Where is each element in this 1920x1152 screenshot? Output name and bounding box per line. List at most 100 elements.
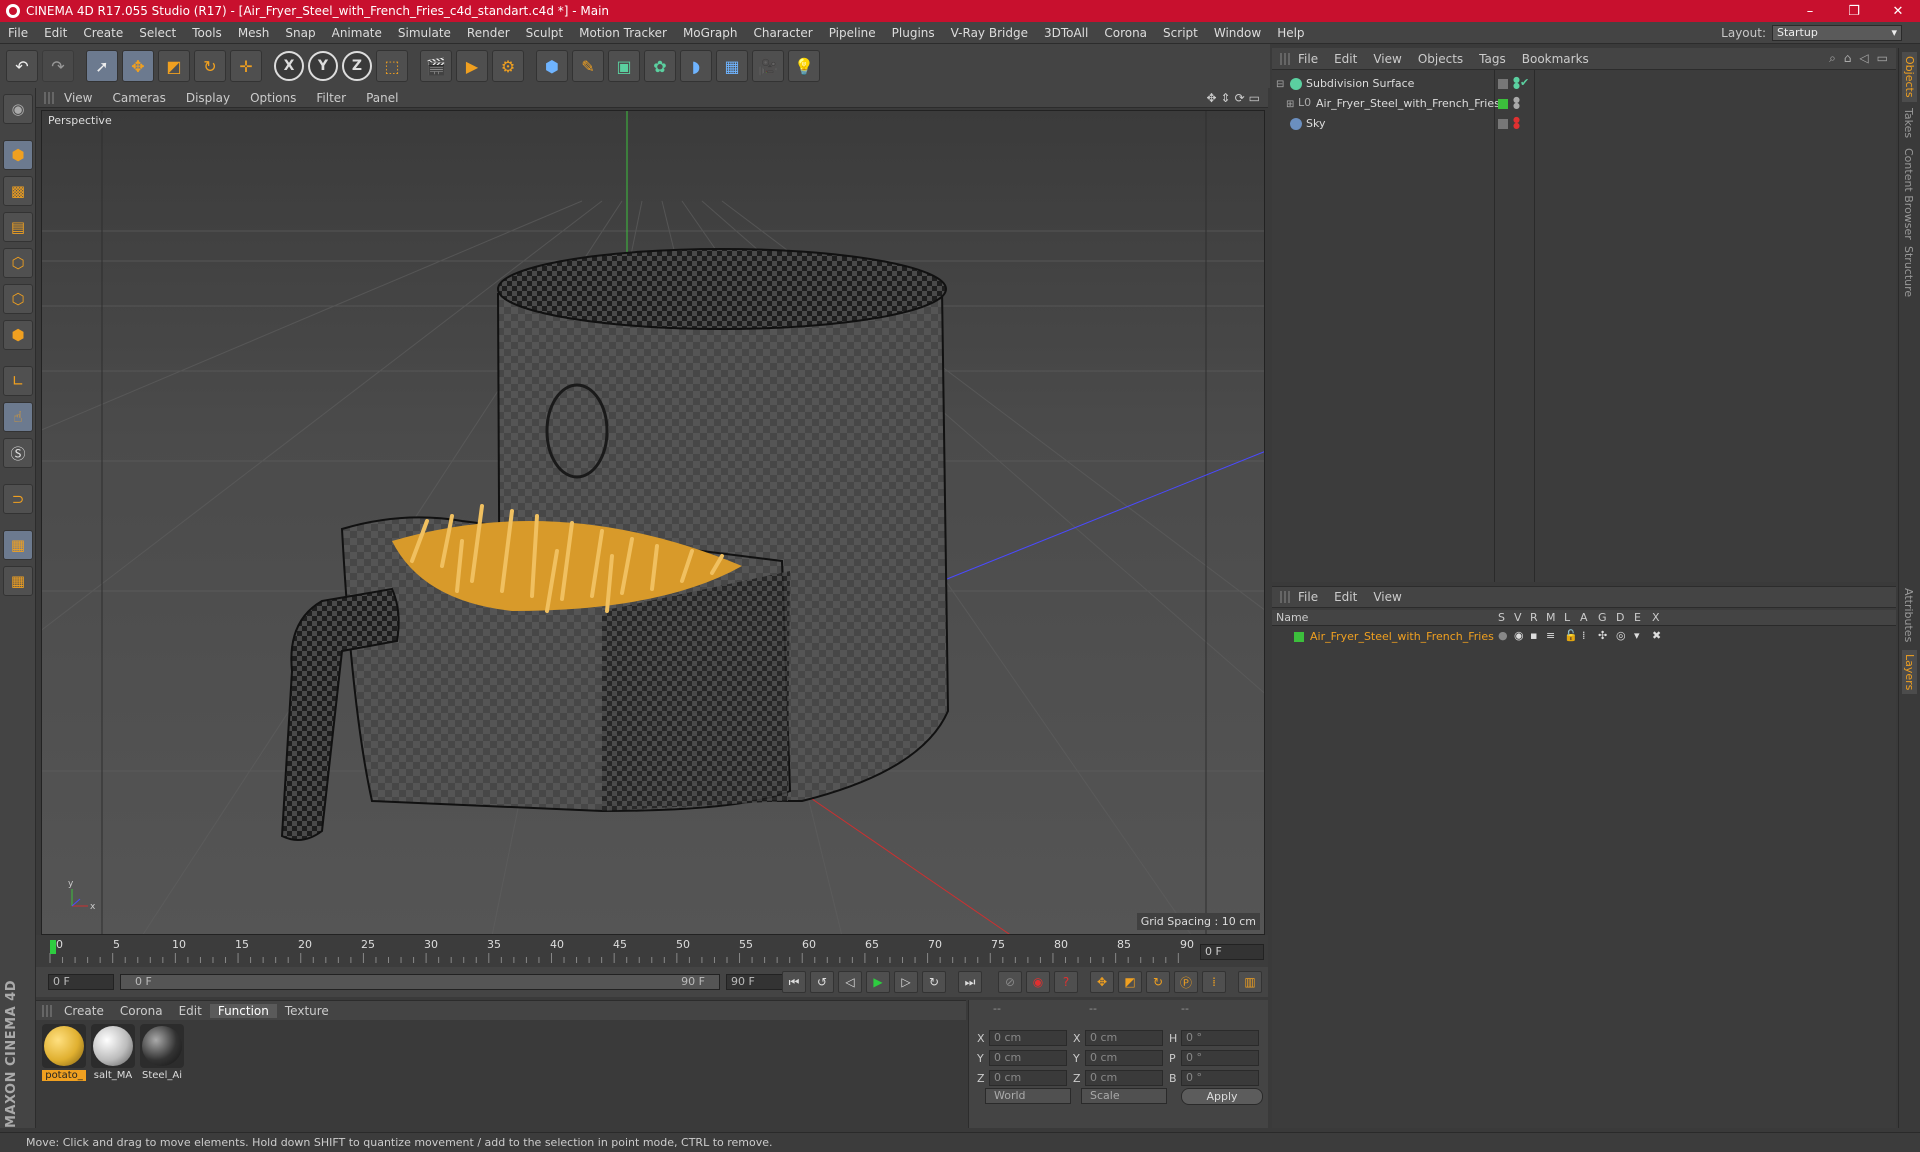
frame-range-slider[interactable]: 0 F 90 F: [120, 974, 720, 990]
visibility-dots-icon[interactable]: ● ●: [1513, 96, 1520, 110]
coords-rot-h-field[interactable]: 0 °: [1181, 1030, 1259, 1046]
viewport-perspective[interactable]: y x Perspective Grid Spacing : 10 cm: [41, 110, 1265, 935]
menu-edit[interactable]: Edit: [36, 26, 75, 40]
menu-plugins[interactable]: Plugins: [884, 26, 943, 40]
menu-select[interactable]: Select: [131, 26, 184, 40]
layer-color-icon[interactable]: [1498, 99, 1508, 109]
apply-button[interactable]: Apply: [1181, 1088, 1263, 1105]
timeline-window-icon[interactable]: ▥: [1238, 971, 1262, 993]
object-row-sky[interactable]: Sky ● ●: [1272, 114, 1896, 134]
viewport-menu-panel[interactable]: Panel: [356, 91, 408, 105]
side-tab-attributes[interactable]: Attributes: [1902, 588, 1915, 642]
viewport-menu-view[interactable]: View: [54, 91, 102, 105]
go-to-start-icon[interactable]: ⏮: [782, 971, 806, 993]
menu-snap[interactable]: Snap: [277, 26, 323, 40]
layer-col-generators[interactable]: G: [1598, 611, 1607, 624]
y-axis-lock-button[interactable]: Y: [308, 51, 338, 81]
workplane-mode-icon[interactable]: ▤: [3, 212, 33, 242]
layer-col-view[interactable]: V: [1514, 611, 1522, 624]
play-forward-icon[interactable]: ▶: [866, 971, 890, 993]
axis-mode-icon[interactable]: ∟: [3, 366, 33, 396]
menu-file[interactable]: File: [0, 26, 36, 40]
material-swatch-potato[interactable]: potato_: [42, 1024, 86, 1081]
panel-grip-icon[interactable]: [1280, 591, 1290, 603]
workplane-grid-icon[interactable]: ▦: [3, 566, 33, 596]
new-window-icon[interactable]: ▭: [1877, 51, 1888, 66]
layer-generator-icon[interactable]: ✣: [1598, 629, 1607, 642]
start-frame-field[interactable]: 0 F: [48, 974, 114, 990]
layer-menu-file[interactable]: File: [1290, 590, 1326, 604]
coords-size-z-field[interactable]: 0 cm: [1085, 1070, 1163, 1086]
texture-mode-icon[interactable]: ▩: [3, 176, 33, 206]
object-row-air-fryer[interactable]: ⊞ L0 Air_Fryer_Steel_with_French_Fries ●…: [1272, 94, 1896, 114]
timeline-ruler[interactable]: 0 5 10 15 20 25 30 35 40 45 50 55 60 65 …: [36, 935, 1268, 967]
rotate-tool-icon[interactable]: ↻: [194, 50, 226, 82]
x-axis-lock-button[interactable]: X: [274, 51, 304, 81]
object-menu-file[interactable]: File: [1290, 52, 1326, 66]
layer-col-xref[interactable]: X: [1652, 611, 1660, 624]
object-menu-view[interactable]: View: [1365, 52, 1409, 66]
layer-xref-icon[interactable]: ✖: [1652, 629, 1661, 642]
maximize-button[interactable]: ❐: [1832, 4, 1876, 19]
transform-tool-icon[interactable]: ✛: [230, 50, 262, 82]
coordinate-system-icon[interactable]: ⬚: [376, 50, 408, 82]
polygons-mode-icon[interactable]: ⬢: [3, 320, 33, 350]
current-frame-field[interactable]: 0 F: [1200, 944, 1264, 960]
coords-pos-x-field[interactable]: 0 cm: [989, 1030, 1067, 1046]
object-menu-tags[interactable]: Tags: [1471, 52, 1514, 66]
side-tab-layers[interactable]: Layers: [1902, 650, 1917, 695]
layer-color-icon[interactable]: [1294, 632, 1304, 642]
object-menu-bookmarks[interactable]: Bookmarks: [1514, 52, 1597, 66]
menu-script[interactable]: Script: [1155, 26, 1206, 40]
material-menu-edit[interactable]: Edit: [171, 1004, 210, 1018]
autokeying-icon[interactable]: ◉: [1026, 971, 1050, 993]
magnet-snap-icon[interactable]: ⊃: [3, 484, 33, 514]
menu-render[interactable]: Render: [459, 26, 518, 40]
object-menu-objects[interactable]: Objects: [1410, 52, 1471, 66]
menu-vray-bridge[interactable]: V-Ray Bridge: [943, 26, 1036, 40]
scale-tool-icon[interactable]: ◩: [158, 50, 190, 82]
edges-mode-icon[interactable]: ⬡: [3, 284, 33, 314]
minimize-button[interactable]: –: [1788, 4, 1832, 19]
expand-toggle-icon[interactable]: ⊞: [1286, 99, 1294, 110]
layer-col-name[interactable]: Name: [1276, 611, 1308, 624]
menu-animate[interactable]: Animate: [324, 26, 390, 40]
coords-mode-dropdown[interactable]: Scale: [1081, 1088, 1167, 1104]
material-menu-function[interactable]: Function: [209, 1003, 277, 1018]
layer-tag-icon[interactable]: [1498, 79, 1508, 89]
layer-menu-view[interactable]: View: [1365, 590, 1409, 604]
next-frame-icon[interactable]: ▷: [894, 971, 918, 993]
menu-help[interactable]: Help: [1269, 26, 1312, 40]
menu-sculpt[interactable]: Sculpt: [518, 26, 571, 40]
back-icon[interactable]: ◁: [1859, 51, 1868, 66]
layer-col-solo[interactable]: S: [1498, 611, 1505, 624]
keyframe-selection-icon[interactable]: ?: [1054, 971, 1078, 993]
layer-manager-icon[interactable]: ≡: [1546, 629, 1555, 642]
visibility-dots-icon[interactable]: ● ●: [1513, 76, 1520, 90]
menu-tools[interactable]: Tools: [184, 26, 230, 40]
side-tab-objects[interactable]: Objects: [1902, 52, 1917, 102]
visibility-dots-icon[interactable]: ● ●: [1513, 116, 1520, 130]
layer-col-render[interactable]: R: [1530, 611, 1538, 624]
layer-menu-edit[interactable]: Edit: [1326, 590, 1365, 604]
key-rotation-icon[interactable]: ↻: [1146, 971, 1170, 993]
light-object-icon[interactable]: 💡: [788, 50, 820, 82]
coords-pos-y-field[interactable]: 0 cm: [989, 1050, 1067, 1066]
next-key-icon[interactable]: ↻: [922, 971, 946, 993]
move-tool-icon[interactable]: ✥: [122, 50, 154, 82]
menu-corona[interactable]: Corona: [1096, 26, 1155, 40]
object-row-subdivision-surface[interactable]: ⊟ Subdivision Surface ● ● ✔: [1272, 74, 1896, 94]
record-keys-icon[interactable]: ⊘: [998, 971, 1022, 993]
collapse-toggle-icon[interactable]: ⊟: [1276, 79, 1284, 90]
layer-solo-icon[interactable]: ●: [1498, 629, 1508, 642]
coords-size-x-field[interactable]: 0 cm: [1085, 1030, 1163, 1046]
coords-rot-p-field[interactable]: 0 °: [1181, 1050, 1259, 1066]
layer-deformer-icon[interactable]: ◎: [1616, 629, 1626, 642]
menu-mesh[interactable]: Mesh: [230, 26, 278, 40]
viewport-menu-display[interactable]: Display: [176, 91, 240, 105]
viewport-move-icon[interactable]: ✥: [1206, 91, 1216, 105]
coords-pos-z-field[interactable]: 0 cm: [989, 1070, 1067, 1086]
workplane-lock-icon[interactable]: ▦: [3, 530, 33, 560]
tweak-mode-icon[interactable]: ☝: [3, 402, 33, 432]
z-axis-lock-button[interactable]: Z: [342, 51, 372, 81]
